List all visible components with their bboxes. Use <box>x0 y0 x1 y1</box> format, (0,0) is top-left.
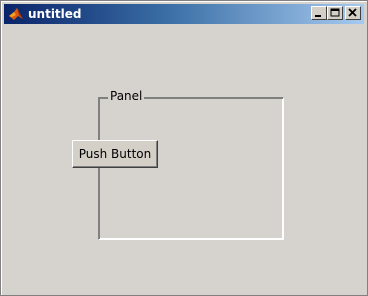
minimize-icon <box>315 15 321 17</box>
matlab-logo-icon <box>8 6 24 22</box>
minimize-button[interactable] <box>311 6 327 20</box>
figure-window: untitled Panel Push Button <box>0 0 368 296</box>
maximize-icon <box>330 8 340 17</box>
uipanel <box>98 97 284 240</box>
window-title: untitled <box>28 7 82 21</box>
push-button[interactable]: Push Button <box>72 140 158 168</box>
title-bar[interactable]: untitled <box>4 4 364 24</box>
maximize-button[interactable] <box>327 6 343 20</box>
panel-title: Panel <box>108 89 145 103</box>
close-button[interactable] <box>345 6 361 20</box>
close-icon <box>348 8 357 17</box>
